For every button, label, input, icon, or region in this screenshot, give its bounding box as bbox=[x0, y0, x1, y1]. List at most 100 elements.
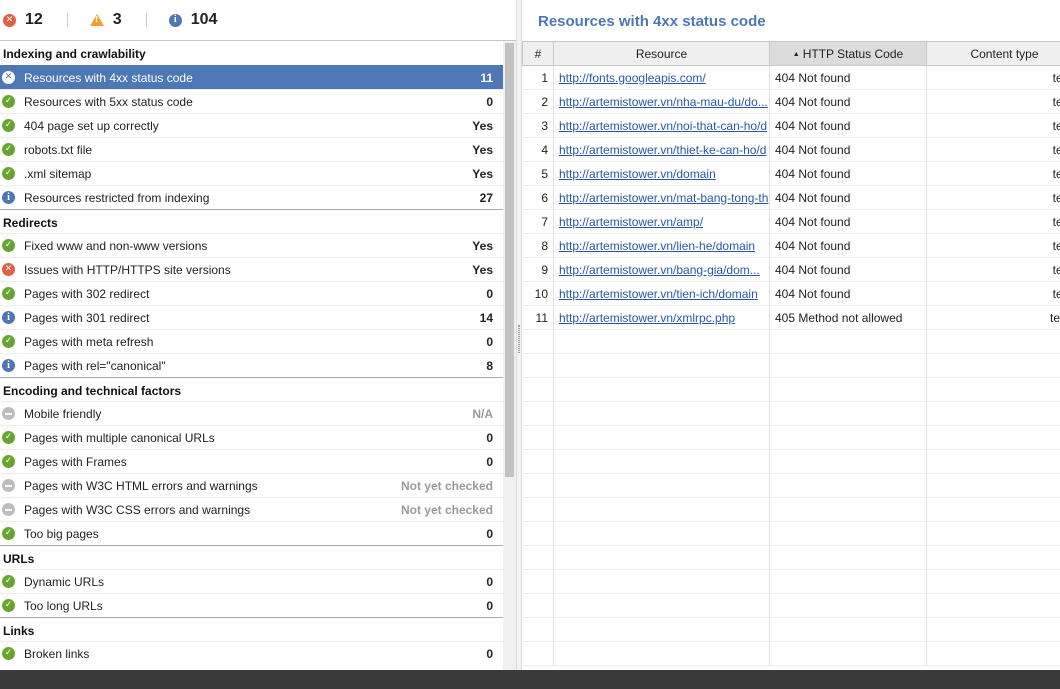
summary-divider bbox=[145, 13, 147, 27]
check-icon: ✓ bbox=[2, 143, 15, 156]
empty-cell bbox=[769, 329, 927, 354]
audit-item[interactable]: i Resources restricted from indexing 27 bbox=[0, 185, 503, 209]
empty-row bbox=[522, 425, 1060, 450]
audit-item[interactable]: i Pages with 301 redirect 14 bbox=[0, 305, 503, 329]
resource-link[interactable]: http://artemistower.vn/amp/ bbox=[553, 209, 770, 234]
errors-count[interactable]: ✕ 12 bbox=[3, 10, 43, 30]
audit-item[interactable]: Pages with W3C HTML errors and warnings N… bbox=[0, 473, 503, 497]
audit-item[interactable]: ✓ robots.txt file Yes bbox=[0, 137, 503, 161]
resource-link[interactable]: http://artemistower.vn/bang-gia/dom... bbox=[553, 257, 770, 282]
table-row[interactable]: 5 http://artemistower.vn/domain 404 Not fo… bbox=[522, 161, 1060, 186]
warnings-count[interactable]: ! 3 bbox=[89, 10, 122, 30]
table-row[interactable]: 11 http://artemistower.vn/xmlrpc.php 405 M… bbox=[522, 305, 1060, 330]
audit-item-label: Dynamic URLs bbox=[24, 574, 105, 589]
resource-link[interactable]: http://fonts.googleapis.com/ bbox=[553, 65, 770, 90]
empty-cell bbox=[553, 353, 770, 378]
audit-item-value: 0 bbox=[486, 334, 493, 349]
audit-item-label: Broken links bbox=[24, 646, 90, 661]
empty-cell bbox=[522, 641, 554, 666]
resource-link[interactable]: http://artemistower.vn/lien-he/domain bbox=[553, 233, 770, 258]
resource-link[interactable]: http://artemistower.vn/thiet-ke-can-ho/d bbox=[553, 137, 770, 162]
empty-cell bbox=[926, 473, 1060, 498]
audit-item[interactable]: ✓ Fixed www and non-www versions Yes bbox=[0, 233, 503, 257]
row-number: 11 bbox=[522, 305, 554, 330]
table-row[interactable]: 7 http://artemistower.vn/amp/404 Not foun… bbox=[522, 209, 1060, 234]
audit-item[interactable]: Pages with W3C CSS errors and warnings No… bbox=[0, 497, 503, 521]
resource-link[interactable]: http://artemistower.vn/mat-bang-tong-th bbox=[553, 185, 770, 210]
empty-cell bbox=[769, 353, 927, 378]
content-type-cell: text/h bbox=[926, 137, 1060, 162]
left-scrollbar-thumb[interactable] bbox=[505, 43, 514, 477]
audit-item[interactable]: ✓ Pages with Frames 0 bbox=[0, 449, 503, 473]
audit-item[interactable]: Mobile friendly N/A bbox=[0, 401, 503, 425]
audit-item[interactable]: i Pages with rel="canonical" 8 bbox=[0, 353, 503, 377]
audit-item[interactable]: ✓ Broken links 0 bbox=[0, 641, 503, 665]
empty-cell bbox=[522, 569, 554, 594]
table-row[interactable]: 9 http://artemistower.vn/bang-gia/dom... 4… bbox=[522, 257, 1060, 282]
check-icon: ✓ bbox=[2, 455, 15, 468]
splitter-grip[interactable] bbox=[518, 325, 520, 353]
resource-link[interactable]: http://artemistower.vn/noi-that-can-ho/d bbox=[553, 113, 770, 138]
info-icon: i bbox=[2, 311, 15, 324]
empty-cell bbox=[769, 449, 927, 474]
audit-item[interactable]: ✓ Pages with multiple canonical URLs 0 bbox=[0, 425, 503, 449]
empty-row bbox=[522, 497, 1060, 522]
warnings-count-value: 3 bbox=[112, 11, 122, 28]
resources-table: # Resource ▲ HTTP Status Code Content typ… bbox=[522, 41, 1060, 666]
empty-row bbox=[522, 593, 1060, 618]
content-type-cell: text/h bbox=[926, 257, 1060, 282]
audit-item[interactable]: ✓ Too long URLs 0 bbox=[0, 593, 503, 617]
resource-link[interactable]: http://artemistower.vn/xmlrpc.php bbox=[553, 305, 770, 330]
content-type-cell: text/h bbox=[926, 113, 1060, 138]
empty-row bbox=[522, 473, 1060, 498]
audit-item[interactable]: ✕ Issues with HTTP/HTTPS site versions Yes bbox=[0, 257, 503, 281]
audit-item-label: Pages with W3C CSS errors and warnings bbox=[24, 502, 251, 517]
empty-cell bbox=[522, 353, 554, 378]
section-header: Redirects bbox=[0, 209, 503, 233]
empty-row bbox=[522, 521, 1060, 546]
audit-item[interactable]: ✓ 404 page set up correctly Yes bbox=[0, 113, 503, 137]
empty-cell bbox=[769, 497, 927, 522]
audit-item-label: Too long URLs bbox=[24, 598, 103, 613]
content-type-cell: text/h bbox=[926, 161, 1060, 186]
column-header-resource[interactable]: Resource bbox=[553, 41, 770, 66]
audit-item[interactable]: ✕ Resources with 4xx status code 11 bbox=[0, 65, 503, 89]
resource-link[interactable]: http://artemistower.vn/domain bbox=[553, 161, 770, 186]
errors-count-value: 12 bbox=[25, 11, 43, 28]
audit-item-label: Pages with Frames bbox=[24, 454, 127, 469]
audit-item-value: Yes bbox=[472, 118, 493, 133]
resource-link[interactable]: http://artemistower.vn/tien-ich/domain bbox=[553, 281, 770, 306]
audit-item-label: Mobile friendly bbox=[24, 406, 102, 421]
audit-item[interactable]: ✓ Resources with 5xx status code 0 bbox=[0, 89, 503, 113]
audit-item[interactable]: ✓ Pages with meta refresh 0 bbox=[0, 329, 503, 353]
table-row[interactable]: 6 http://artemistower.vn/mat-bang-tong-th… bbox=[522, 185, 1060, 210]
info-count[interactable]: i 104 bbox=[168, 10, 217, 30]
column-header-status[interactable]: ▲ HTTP Status Code bbox=[769, 41, 927, 66]
table-row[interactable]: 2 http://artemistower.vn/nha-mau-du/do...… bbox=[522, 89, 1060, 114]
status-code-cell: 404 Not found bbox=[769, 281, 927, 306]
resource-link[interactable]: http://artemistower.vn/nha-mau-du/do... bbox=[553, 89, 770, 114]
audit-item-label: Issues with HTTP/HTTPS site versions bbox=[24, 262, 231, 277]
audit-item[interactable]: ✓ Too big pages 0 bbox=[0, 521, 503, 545]
table-row[interactable]: 10 http://artemistower.vn/tien-ich/domain… bbox=[522, 281, 1060, 306]
app-window: ✕ 12 ! 3 i 104 Indexing and crawlability… bbox=[0, 0, 1060, 689]
warning-icon: ! bbox=[89, 14, 104, 26]
left-scrollbar[interactable] bbox=[503, 41, 516, 670]
audit-item[interactable]: ✓ .xml sitemap Yes bbox=[0, 161, 503, 185]
audit-item[interactable]: ✓ Pages with 302 redirect 0 bbox=[0, 281, 503, 305]
table-row[interactable]: 3 http://artemistower.vn/noi-that-can-ho/… bbox=[522, 113, 1060, 138]
empty-cell bbox=[553, 521, 770, 546]
column-header-content-type[interactable]: Content type bbox=[926, 41, 1060, 66]
empty-cell bbox=[522, 593, 554, 618]
audit-item-label: Pages with multiple canonical URLs bbox=[24, 430, 215, 445]
empty-cell bbox=[553, 425, 770, 450]
status-code-cell: 404 Not found bbox=[769, 233, 927, 258]
column-header-number[interactable]: # bbox=[522, 41, 554, 66]
empty-cell bbox=[769, 617, 927, 642]
table-row[interactable]: 4 http://artemistower.vn/thiet-ke-can-ho/… bbox=[522, 137, 1060, 162]
empty-cell bbox=[553, 449, 770, 474]
audit-item[interactable]: ✓ Dynamic URLs 0 bbox=[0, 569, 503, 593]
table-row[interactable]: 1 http://fonts.googleapis.com/404 Not fou… bbox=[522, 65, 1060, 90]
audit-item-label: robots.txt file bbox=[24, 142, 93, 157]
table-row[interactable]: 8 http://artemistower.vn/lien-he/domain 40… bbox=[522, 233, 1060, 258]
